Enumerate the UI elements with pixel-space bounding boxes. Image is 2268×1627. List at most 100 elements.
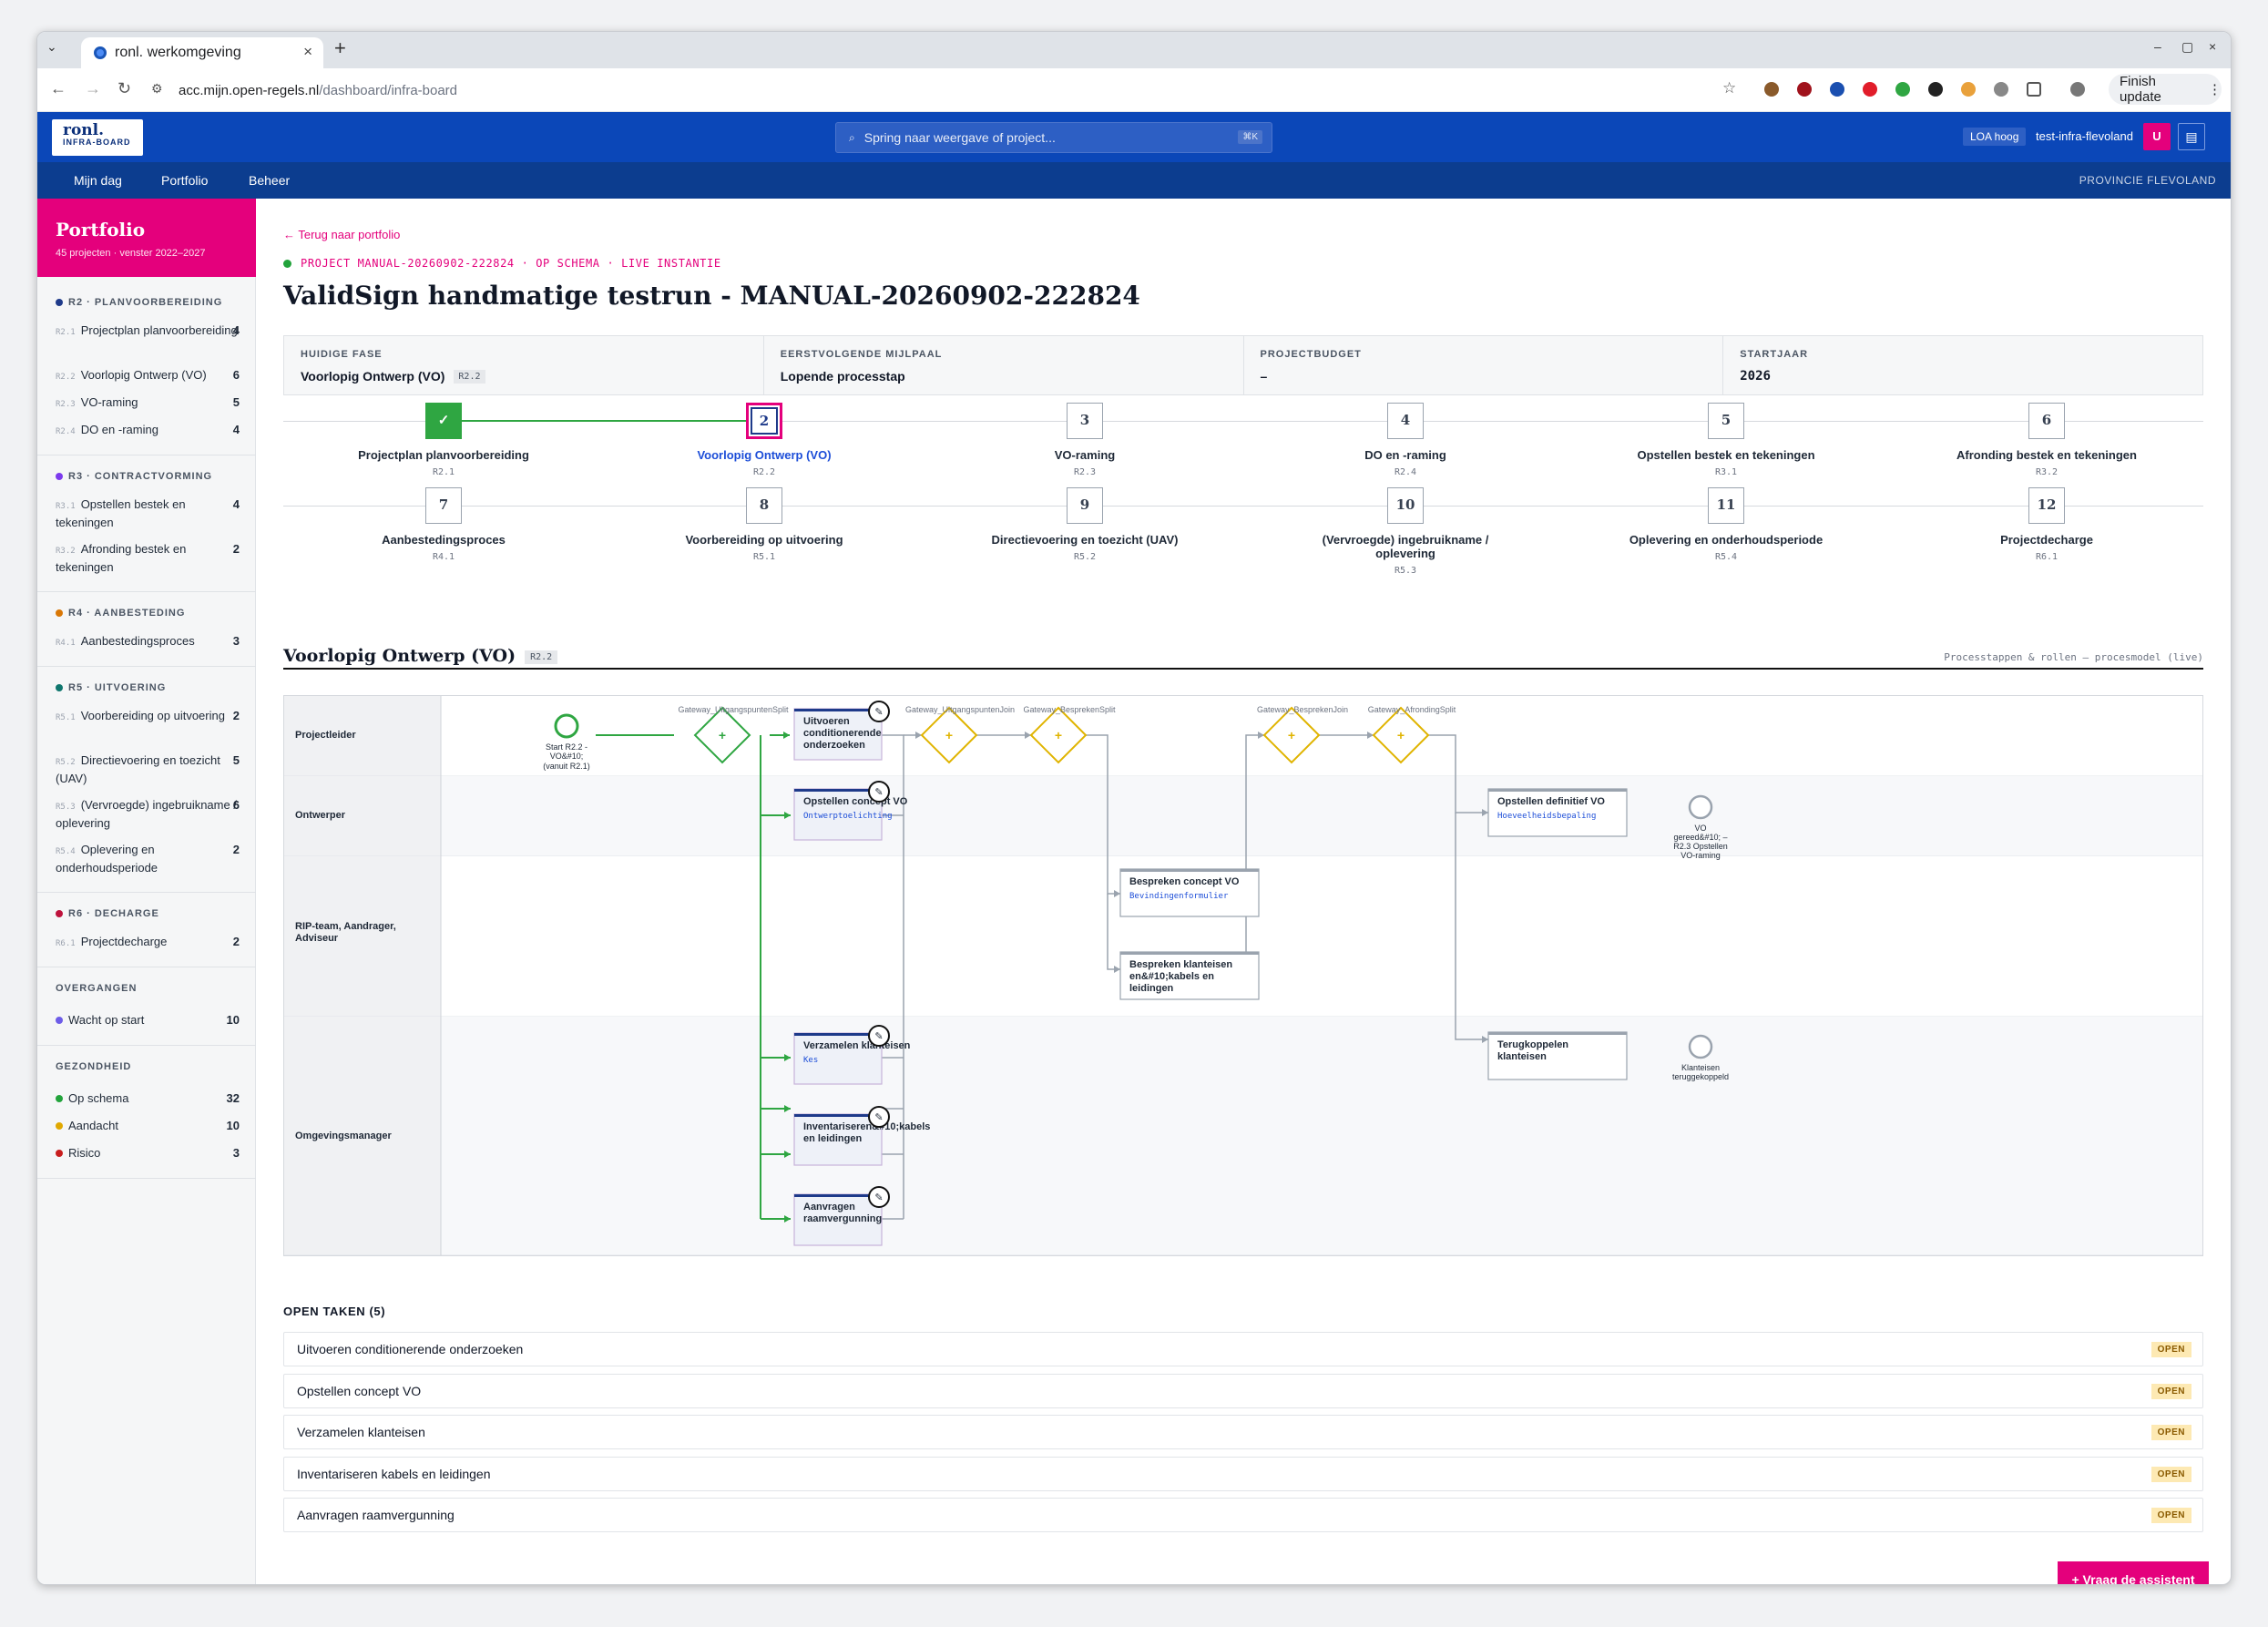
open-task-row[interactable]: Inventariseren kabels en leidingen OPEN — [283, 1456, 2203, 1491]
sidebar-item[interactable]: R4.1 Aanbestedingsproces 3 — [56, 633, 240, 651]
extension-icon[interactable] — [1895, 82, 1910, 97]
phase-step[interactable]: ✓ Projectplan planvoorbereiding R2.1 — [343, 403, 544, 477]
step-label: DO en -raming — [1364, 448, 1446, 462]
bookmark-star-icon[interactable]: ☆ — [1722, 79, 1736, 97]
end-event[interactable] — [1688, 794, 1713, 820]
phase-step[interactable]: 8 Voorbereiding op uitvoering R5.1 — [664, 487, 864, 562]
start-event[interactable] — [554, 713, 579, 739]
sidebar-item[interactable]: R3.2 Afronding bestek en tekeningen 2 — [56, 541, 240, 575]
ask-assistant-button[interactable]: + Vraag de assistent — [2058, 1561, 2209, 1584]
profile-avatar[interactable] — [2070, 82, 2085, 97]
phase-step[interactable]: 5 Opstellen bestek en tekeningen R3.1 — [1626, 403, 1826, 477]
group-label: R5 · UITVOERING — [68, 682, 167, 693]
phase-step[interactable]: 9 Directievoering en toezicht (UAV) R5.2 — [985, 487, 1185, 562]
extension-icon[interactable] — [1797, 82, 1812, 97]
extension-icon[interactable] — [1961, 82, 1976, 97]
end-event[interactable] — [1688, 1034, 1713, 1059]
phase-badge: R2.2 — [454, 369, 485, 384]
step-label: Voorbereiding op uitvoering — [685, 533, 843, 547]
start-event-label: Start R2.2 - — [546, 742, 587, 752]
step-number: 12 — [2028, 487, 2065, 524]
app-logo[interactable]: ronl. INFRA-BOARD — [52, 119, 143, 156]
address-bar[interactable]: ⚙ acc.mijn.open-regels.nl/dashboard/infr… — [142, 74, 1964, 107]
phase-step[interactable]: 10 (Vervroegde) ingebruikname / opleverin… — [1305, 487, 1506, 576]
end-event-label: R2.3 Opstellen — [1673, 842, 1728, 851]
nav-portfolio[interactable]: Portfolio — [161, 173, 208, 188]
step-code: R3.1 — [1714, 467, 1738, 477]
sidebar-item[interactable]: R5.2 Directievoering en toezicht (UAV) 5 — [56, 752, 240, 786]
sidebar-item[interactable]: R2.1 Projectplan planvoorbereiding 4 — [56, 322, 240, 341]
step-number: 4 — [1387, 403, 1424, 439]
transition-filter-item[interactable]: Wacht op start 10 — [56, 1012, 240, 1028]
finish-update-button[interactable]: Finish update ⋮ — [2109, 74, 2222, 105]
site-info-icon[interactable]: ⚙ — [151, 81, 163, 97]
sidebar-item[interactable]: R6.1 Projectdecharge 2 — [56, 934, 240, 952]
sidebar-item-count: 4 — [232, 323, 240, 337]
extension-icon[interactable] — [1830, 82, 1844, 97]
open-task-row[interactable]: Uitvoeren conditionerende onderzoeken OPE… — [283, 1332, 2203, 1366]
sidebar-item[interactable]: R2.4 DO en -raming 4 — [56, 422, 240, 440]
browser-tab[interactable]: ronl. werkomgeving × — [81, 37, 323, 68]
open-task-row[interactable]: Aanvragen raamvergunning OPEN — [283, 1498, 2203, 1532]
step-number: 8 — [746, 487, 782, 524]
group-dot — [56, 299, 63, 306]
sidebar: Portfolio 45 projecten · venster 2022–20… — [37, 199, 256, 1584]
phase-step[interactable]: 6 Afronding bestek en tekeningen R3.2 — [1946, 403, 2147, 477]
new-tab-icon[interactable]: + — [334, 36, 346, 60]
sidebar-item[interactable]: R3.1 Opstellen bestek en tekeningen 4 — [56, 496, 240, 530]
maximize-icon[interactable]: ▢ — [2181, 39, 2193, 55]
sidebar-item[interactable]: R5.4 Oplevering en onderhoudsperiode 2 — [56, 842, 240, 875]
extension-icon[interactable] — [1863, 82, 1877, 97]
url-host: acc.mijn.open-regels.nl — [179, 82, 320, 98]
sidebar-item-count: 10 — [226, 1013, 240, 1027]
fact-current-phase: HUIDIGE FASE Voorlopig Ontwerp (VO) R2.2 — [284, 336, 764, 394]
sidebar-item-count: 2 — [232, 935, 240, 948]
phase-step[interactable]: 3 VO-raming R2.3 — [985, 403, 1185, 477]
phase-step[interactable]: 7 Aanbestedingsproces R4.1 — [343, 487, 544, 562]
minimize-icon[interactable]: – — [2154, 39, 2161, 54]
phase-step[interactable]: 2 Voorlopig Ontwerp (VO) R2.2 — [664, 403, 864, 477]
nav-beheer[interactable]: Beheer — [249, 173, 290, 188]
phase-step[interactable]: 12 Projectdecharge R6.1 — [1946, 487, 2147, 562]
sidebar-item[interactable]: R2.3 VO-raming 5 — [56, 394, 240, 413]
more-menu-icon[interactable]: ⋮ — [2208, 81, 2222, 97]
phase-step[interactable]: 4 DO en -raming R2.4 — [1305, 403, 1506, 477]
clipboard-icon[interactable]: ▤ — [2178, 123, 2205, 150]
step-check-icon: ✓ — [425, 403, 462, 439]
task-label: klanteisen — [1497, 1051, 1547, 1062]
close-window-icon[interactable]: × — [2209, 39, 2216, 54]
health-filter-item[interactable]: Op schema 32 — [56, 1090, 240, 1106]
back-icon[interactable]: ← — [50, 79, 66, 98]
search-input[interactable]: ⌕ Spring naar weergave of project... ⌘K — [835, 122, 1272, 153]
tab-search-icon[interactable]: ⌄ — [46, 39, 57, 55]
open-task-row[interactable]: Verzamelen klanteisen OPEN — [283, 1415, 2203, 1449]
sidebar-item-label: DO en -raming — [80, 423, 158, 436]
back-to-portfolio-link[interactable]: ← Terug naar portfolio — [283, 228, 400, 241]
avatar[interactable]: U — [2143, 123, 2171, 150]
health-filter-item[interactable]: Risico 3 — [56, 1145, 240, 1161]
sidebar-item-label: Projectplan planvoorbereiding — [80, 323, 238, 337]
sidebar-header: Portfolio 45 projecten · venster 2022–20… — [37, 199, 256, 277]
step-number: 11 — [1708, 487, 1744, 524]
task-label: en&#10;kabels en — [1129, 971, 1214, 982]
forward-icon[interactable]: → — [85, 79, 101, 98]
sidebar-item[interactable]: R5.1 Voorbereiding op uitvoering 2 — [56, 708, 240, 726]
process-title: Voorlopig Ontwerp (VO) — [283, 646, 516, 666]
reload-icon[interactable]: ↻ — [117, 79, 131, 98]
health-filter-item[interactable]: Aandacht 10 — [56, 1118, 240, 1133]
sidebar-item[interactable]: R2.2 Voorlopig Ontwerp (VO) 6 — [56, 367, 240, 385]
extension-icon[interactable] — [1764, 82, 1779, 97]
extension-icon[interactable] — [1994, 82, 2008, 97]
sidebar-item[interactable]: R5.3 (Vervroegde) ingebruikname / oplever… — [56, 797, 240, 831]
extension-icon[interactable] — [1928, 82, 1943, 97]
open-task-row[interactable]: Opstellen concept VO OPEN — [283, 1373, 2203, 1408]
extensions-puzzle-icon[interactable] — [2027, 82, 2041, 97]
step-label: VO-raming — [1054, 448, 1116, 462]
main-nav: Mijn dag Portfolio Beheer PROVINCIE FLEV… — [37, 162, 2231, 199]
nav-mijn-dag[interactable]: Mijn dag — [74, 173, 122, 188]
open-task-label: Aanvragen raamvergunning — [297, 1508, 455, 1522]
phase-step[interactable]: 11 Oplevering en onderhoudsperiode R5.4 — [1626, 487, 1826, 562]
sidebar-divider — [37, 591, 256, 592]
step-label: Projectplan planvoorbereiding — [358, 448, 529, 462]
close-tab-icon[interactable]: × — [303, 43, 312, 61]
